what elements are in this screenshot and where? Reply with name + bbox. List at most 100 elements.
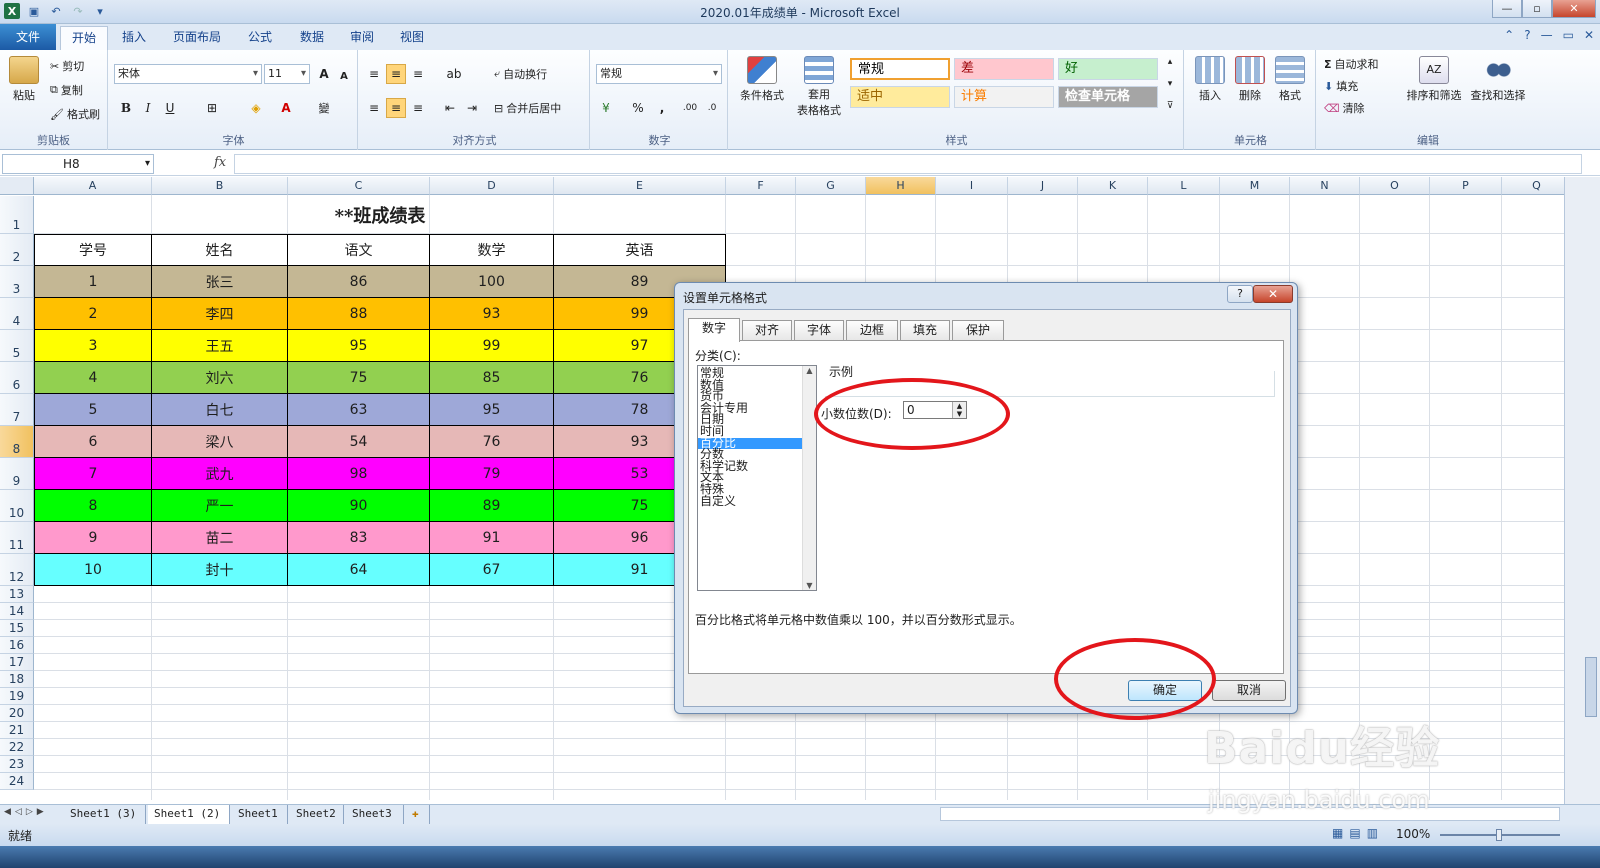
- decimal-spinner-icon[interactable]: ▲ ▼: [952, 402, 966, 418]
- vertical-scroll-thumb[interactable]: [1585, 657, 1597, 717]
- cell-style-item[interactable]: 检查单元格: [1058, 86, 1158, 108]
- row-header[interactable]: 23: [0, 756, 34, 773]
- zoom-slider-thumb[interactable]: [1496, 829, 1502, 841]
- column-header[interactable]: K: [1078, 177, 1148, 195]
- normal-view-icon[interactable]: ▦: [1332, 826, 1343, 840]
- column-header[interactable]: F: [726, 177, 796, 195]
- column-header[interactable]: G: [796, 177, 866, 195]
- sheet-tab[interactable]: Sheet3: [346, 805, 404, 824]
- row-header[interactable]: 17: [0, 654, 34, 671]
- format-painter-button[interactable]: 🖌 格式刷: [50, 106, 100, 122]
- clear-button[interactable]: ⌫ 清除: [1324, 100, 1365, 116]
- zoom-level[interactable]: 100%: [1396, 827, 1430, 841]
- table-cell[interactable]: 刘六: [152, 362, 288, 394]
- cell-style-item[interactable]: 适中: [850, 86, 950, 108]
- column-header[interactable]: D: [430, 177, 554, 195]
- table-cell[interactable]: 99: [430, 330, 554, 362]
- comma-icon[interactable]: ,: [652, 98, 672, 118]
- column-header[interactable]: I: [936, 177, 1008, 195]
- decrease-decimal-icon[interactable]: .0: [702, 98, 722, 118]
- row-header[interactable]: 4: [0, 298, 34, 330]
- tab-home[interactable]: 开始: [60, 26, 108, 50]
- fill-button[interactable]: ⬇ 填充: [1324, 78, 1358, 94]
- new-sheet-icon[interactable]: ✚: [406, 805, 430, 824]
- name-box[interactable]: H8: [2, 154, 154, 174]
- fill-color-icon[interactable]: ◈: [246, 98, 266, 118]
- table-cell[interactable]: 67: [430, 554, 554, 586]
- insert-function-icon[interactable]: fx: [214, 155, 226, 170]
- row-header[interactable]: 19: [0, 688, 34, 705]
- sheet-tab[interactable]: Sheet1 (3): [64, 805, 146, 824]
- table-cell[interactable]: 5: [34, 394, 152, 426]
- sheet-nav-icon[interactable]: ◀◁▷▶: [4, 807, 48, 817]
- row-header[interactable]: 5: [0, 330, 34, 362]
- column-header[interactable]: O: [1360, 177, 1430, 195]
- cancel-button[interactable]: 取消: [1212, 680, 1286, 701]
- table-cell[interactable]: 6: [34, 426, 152, 458]
- ribbon-collapse-icon[interactable]: ⌃: [1504, 28, 1514, 42]
- table-cell[interactable]: 75: [288, 362, 430, 394]
- row-header[interactable]: 12: [0, 554, 34, 586]
- table-header-cell[interactable]: 数学: [430, 234, 554, 266]
- table-cell[interactable]: 88: [288, 298, 430, 330]
- orientation-icon[interactable]: ab: [444, 64, 464, 84]
- column-header[interactable]: N: [1290, 177, 1360, 195]
- table-cell[interactable]: 63: [288, 394, 430, 426]
- row-header[interactable]: 7: [0, 394, 34, 426]
- doc-close-icon[interactable]: ✕: [1584, 28, 1594, 42]
- column-header[interactable]: C: [288, 177, 430, 195]
- category-list[interactable]: 常规 数值 货币 会计专用 日期 时间 百分比 分数 科学记数 文本 特殊 自定义 ▲ ▼: [697, 365, 817, 591]
- minimize-button[interactable]: —: [1492, 0, 1522, 18]
- tab-data[interactable]: 数据: [290, 26, 334, 50]
- table-cell[interactable]: 76: [430, 426, 554, 458]
- row-header[interactable]: 21: [0, 722, 34, 739]
- column-header[interactable]: E: [554, 177, 726, 195]
- dialog-close-button[interactable]: ✕: [1253, 285, 1293, 303]
- dialog-tab[interactable]: 对齐: [742, 320, 792, 340]
- page-layout-view-icon[interactable]: ▤: [1349, 826, 1360, 840]
- row-header[interactable]: 3: [0, 266, 34, 298]
- scroll-down-icon[interactable]: ▼: [803, 581, 816, 590]
- table-cell[interactable]: 3: [34, 330, 152, 362]
- gallery-down-icon[interactable]: ▾: [1160, 74, 1180, 94]
- gallery-up-icon[interactable]: ▴: [1160, 52, 1180, 72]
- align-left-icon[interactable]: ≡: [364, 98, 384, 118]
- tab-view[interactable]: 视图: [390, 26, 434, 50]
- table-cell[interactable]: 9: [34, 522, 152, 554]
- table-cell[interactable]: 7: [34, 458, 152, 490]
- sheet-tab[interactable]: Sheet1 (2): [148, 805, 230, 824]
- align-right-icon[interactable]: ≡: [408, 98, 428, 118]
- dialog-tab[interactable]: 数字: [688, 318, 740, 342]
- cell-style-item[interactable]: 计算: [954, 86, 1054, 108]
- tab-insert[interactable]: 插入: [112, 26, 156, 50]
- bold-icon[interactable]: B: [116, 98, 136, 118]
- tab-review[interactable]: 审阅: [340, 26, 384, 50]
- column-header[interactable]: J: [1008, 177, 1078, 195]
- row-header[interactable]: 9: [0, 458, 34, 490]
- column-header[interactable]: H: [866, 177, 936, 195]
- formula-input[interactable]: [234, 154, 1582, 174]
- table-cell[interactable]: 白七: [152, 394, 288, 426]
- font-color-icon[interactable]: A: [276, 98, 296, 118]
- table-cell[interactable]: 王五: [152, 330, 288, 362]
- increase-indent-icon[interactable]: ⇥: [462, 98, 482, 118]
- increase-decimal-icon[interactable]: .00: [680, 98, 700, 118]
- column-header[interactable]: B: [152, 177, 288, 195]
- table-cell[interactable]: 武九: [152, 458, 288, 490]
- align-bottom-icon[interactable]: ≡: [408, 64, 428, 84]
- row-header[interactable]: 2: [0, 234, 34, 266]
- row-header[interactable]: 24: [0, 773, 34, 790]
- table-cell[interactable]: 89: [430, 490, 554, 522]
- dialog-tab[interactable]: 边框: [846, 320, 898, 340]
- table-header-cell[interactable]: 语文: [288, 234, 430, 266]
- row-header[interactable]: 1: [0, 196, 34, 234]
- dialog-tab[interactable]: 字体: [794, 320, 844, 340]
- row-header[interactable]: 8: [0, 426, 34, 458]
- tab-formulas[interactable]: 公式: [238, 26, 282, 50]
- table-cell[interactable]: 100: [430, 266, 554, 298]
- table-cell[interactable]: 李四: [152, 298, 288, 330]
- sort-filter-button[interactable]: AZ 排序和筛选: [1402, 56, 1466, 103]
- align-top-icon[interactable]: ≡: [364, 64, 384, 84]
- cell-style-item[interactable]: 好: [1058, 58, 1158, 80]
- doc-minimize-icon[interactable]: —: [1541, 28, 1553, 42]
